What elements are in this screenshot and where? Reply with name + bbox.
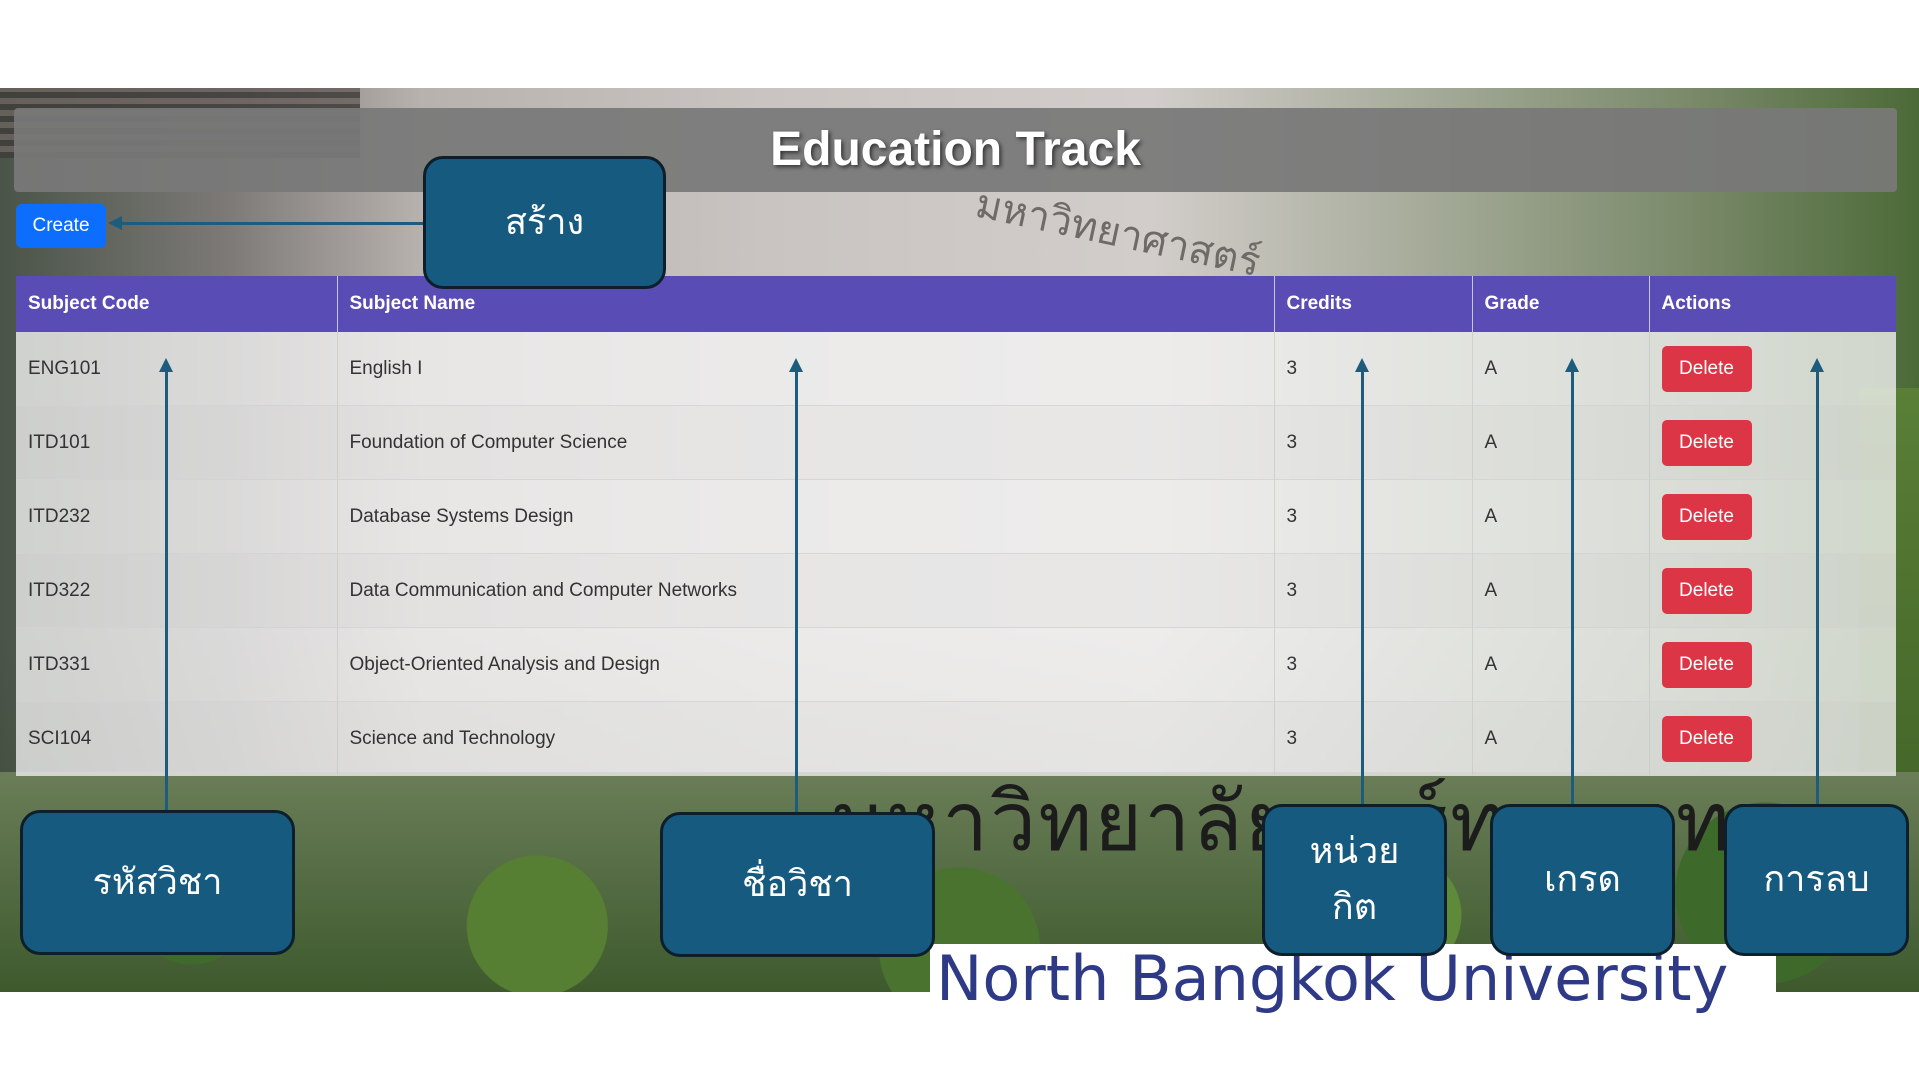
title-bar: Education Track [14,108,1897,192]
delete-button[interactable]: Delete [1661,715,1752,762]
subjects-table: Subject Code Subject Name Credits Grade … [16,276,1896,776]
callout-credits-line2: กิต [1331,887,1378,928]
callout-create: สร้าง [423,156,666,289]
create-button[interactable]: Create [16,204,106,248]
table-row: ITD322 Data Communication and Computer N… [16,553,1896,628]
credits-arrow-line [1361,370,1364,804]
delete-arrowhead [1810,358,1824,372]
header-subject-code: Subject Code [16,276,338,332]
delete-button[interactable]: Delete [1661,345,1752,392]
delete-button[interactable]: Delete [1661,493,1752,540]
page-title: Education Track [770,123,1141,176]
cell-subject-code: ITD101 [16,405,338,480]
cell-subject-name: Data Communication and Computer Networks [337,553,1275,628]
cell-actions: Delete [1649,479,1896,554]
cell-subject-code: ITD331 [16,627,338,702]
cell-credits: 3 [1274,332,1473,406]
cell-credits: 3 [1274,627,1473,702]
header-actions: Actions [1649,276,1896,332]
cell-subject-code: ITD322 [16,553,338,628]
cell-actions: Delete [1649,701,1896,776]
cell-actions: Delete [1649,553,1896,628]
callout-delete: การลบ [1724,804,1909,956]
header-grade: Grade [1472,276,1650,332]
cell-grade: A [1472,332,1650,406]
table-header-row: Subject Code Subject Name Credits Grade … [16,276,1896,332]
cell-actions: Delete [1649,405,1896,480]
cell-credits: 3 [1274,479,1473,554]
delete-button[interactable]: Delete [1661,567,1752,614]
cell-actions: Delete [1649,332,1896,406]
name-arrow-line [795,370,798,812]
table-row: ENG101 English I 3 A Delete [16,332,1896,406]
table-row: SCI104 Science and Technology 3 A Delete [16,701,1896,776]
cell-grade: A [1472,701,1650,776]
grade-arrowhead [1565,358,1579,372]
callout-credits: หน่วย กิต [1262,804,1447,956]
callout-subject-name: ชื่อวิชา [660,812,935,957]
delete-arrow-line [1816,370,1819,804]
credits-arrowhead [1355,358,1369,372]
table-row: ITD101 Foundation of Computer Science 3 … [16,405,1896,480]
code-arrow-line [165,370,168,810]
table-row: ITD232 Database Systems Design 3 A Delet… [16,479,1896,554]
delete-button[interactable]: Delete [1661,641,1752,688]
callout-grade: เกรด [1490,804,1675,956]
cell-subject-code: ENG101 [16,332,338,406]
cell-credits: 3 [1274,701,1473,776]
cell-subject-name: Science and Technology [337,701,1275,776]
cell-subject-name: Foundation of Computer Science [337,405,1275,480]
create-arrow-line [120,222,425,225]
cell-subject-name: Database Systems Design [337,479,1275,554]
cell-actions: Delete [1649,627,1896,702]
grade-arrow-line [1571,370,1574,804]
callout-credits-line1: หน่วย [1309,831,1400,873]
code-arrowhead [159,358,173,372]
header-credits: Credits [1274,276,1473,332]
name-arrowhead [789,358,803,372]
cell-subject-name: English I [337,332,1275,406]
cell-credits: 3 [1274,405,1473,480]
cell-grade: A [1472,627,1650,702]
cell-grade: A [1472,553,1650,628]
cell-subject-name: Object-Oriented Analysis and Design [337,627,1275,702]
cell-subject-code: ITD232 [16,479,338,554]
delete-button[interactable]: Delete [1661,419,1752,466]
cell-subject-code: SCI104 [16,701,338,776]
table-row: ITD331 Object-Oriented Analysis and Desi… [16,627,1896,702]
cell-grade: A [1472,479,1650,554]
create-arrowhead [108,216,122,230]
cell-credits: 3 [1274,553,1473,628]
callout-subject-code: รหัสวิชา [20,810,295,955]
cell-grade: A [1472,405,1650,480]
